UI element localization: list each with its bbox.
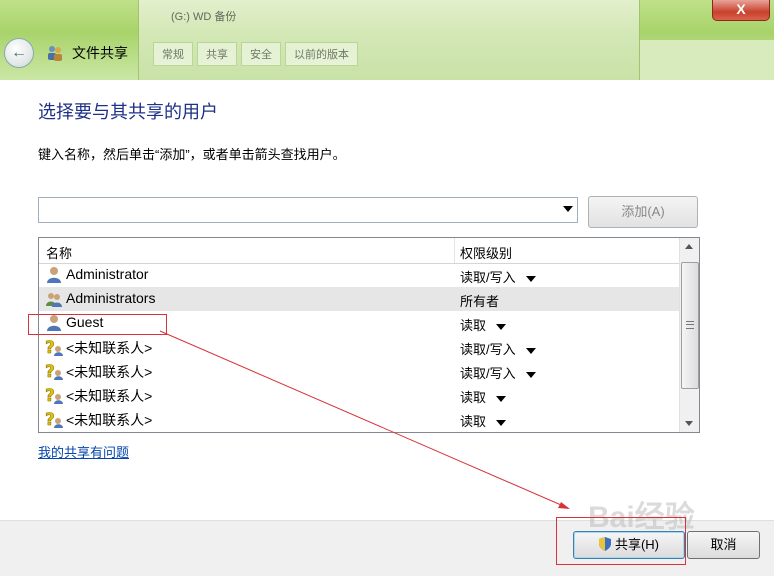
list-row[interactable]: ? <未知联系人> 读取/写入: [39, 359, 679, 383]
permission-text: 读取: [460, 414, 487, 429]
permission-text: 读取/写入: [460, 342, 516, 357]
list-row[interactable]: ? <未知联系人> 读取/写入: [39, 335, 679, 359]
cancel-button[interactable]: 取消: [687, 531, 760, 559]
svg-text:?: ?: [45, 362, 55, 380]
row-user-name: <未知联系人>: [66, 388, 153, 404]
list-row[interactable]: Administrator 读取/写入: [39, 263, 679, 287]
list-row[interactable]: Administrators 所有者: [39, 287, 679, 311]
grip-icon: [686, 321, 694, 329]
permission-dropdown[interactable]: 读取: [460, 387, 507, 406]
group-icon: [46, 293, 62, 307]
dropdown-arrow-icon[interactable]: [525, 347, 536, 354]
permission-dropdown[interactable]: 读取/写入: [460, 339, 536, 358]
list-row[interactable]: ? <未知联系人> 读取: [39, 383, 679, 407]
user-icon: [47, 267, 61, 283]
user-name-combobox[interactable]: [38, 197, 578, 223]
navigation-bar: ← 文件共享: [0, 30, 774, 78]
back-button[interactable]: ←: [4, 38, 34, 68]
file-share-icon: [48, 46, 62, 61]
row-user-name: <未知联系人>: [66, 412, 153, 428]
column-header-permission[interactable]: 权限级别: [460, 243, 512, 262]
list-row[interactable]: ? <未知联系人> 读取: [39, 407, 679, 431]
user-permission-list[interactable]: 名称 权限级别 Administrator 读取/写入 Administrators…: [38, 237, 700, 433]
dropdown-arrow-icon[interactable]: [496, 419, 507, 426]
svg-text:?: ?: [45, 410, 55, 428]
sharing-help-link[interactable]: 我的共享有问题: [38, 442, 129, 461]
permission-dropdown[interactable]: 读取/写入: [460, 267, 536, 286]
page-title: 选择要与其共享的用户: [38, 102, 218, 122]
permission-text: 读取: [460, 318, 487, 333]
column-header-name[interactable]: 名称: [46, 243, 72, 262]
unknown-contact-icon: ?: [45, 410, 63, 428]
dropdown-arrow-icon[interactable]: [525, 275, 536, 282]
scroll-up-icon[interactable]: [685, 244, 693, 249]
back-arrow-icon: ←: [11, 44, 27, 61]
share-highlight-box: [556, 517, 686, 565]
row-user-name: Administrators: [66, 290, 156, 306]
unknown-contact-icon: ?: [45, 338, 63, 356]
dropdown-arrow-icon[interactable]: [525, 371, 536, 378]
permission-text: 读取/写入: [460, 366, 516, 381]
unknown-contact-icon: ?: [45, 386, 63, 404]
svg-text:?: ?: [45, 386, 55, 404]
unknown-contact-icon: ?: [45, 362, 63, 380]
row-user-name: <未知联系人>: [66, 340, 153, 356]
dialog-content: 选择要与其共享的用户 键入名称，然后单击“添加”，或者单击箭头查找用户。 添加(…: [0, 80, 774, 520]
permission-text: 所有者: [460, 294, 500, 309]
permission-text: 读取: [460, 390, 487, 405]
svg-text:?: ?: [45, 338, 55, 356]
permission-label: 所有者: [460, 291, 499, 310]
instruction-text: 键入名称，然后单击“添加”，或者单击箭头查找用户。: [38, 147, 346, 162]
row-user-name: Administrator: [66, 266, 149, 282]
dropdown-arrow-icon[interactable]: [496, 323, 507, 330]
dropdown-arrow-icon[interactable]: [563, 206, 573, 212]
permission-dropdown[interactable]: 读取: [460, 315, 507, 334]
vertical-scrollbar[interactable]: [679, 238, 699, 432]
permission-dropdown[interactable]: 读取: [460, 411, 507, 430]
permission-dropdown[interactable]: 读取/写入: [460, 363, 536, 382]
row-user-name: <未知联系人>: [66, 364, 153, 380]
permission-text: 读取/写入: [460, 270, 516, 285]
guest-highlight-box: [28, 314, 167, 335]
scroll-down-icon[interactable]: [685, 421, 693, 426]
scrollbar-thumb[interactable]: [681, 262, 699, 389]
dropdown-arrow-icon[interactable]: [496, 395, 507, 402]
list-header: 名称 权限级别: [39, 238, 679, 264]
close-button[interactable]: X: [712, 0, 770, 21]
column-separator[interactable]: [454, 238, 455, 263]
dialog-title: 文件共享: [72, 45, 128, 61]
background-window-title: (G:) WD 备份: [171, 11, 237, 23]
add-button[interactable]: 添加(A): [588, 196, 698, 228]
